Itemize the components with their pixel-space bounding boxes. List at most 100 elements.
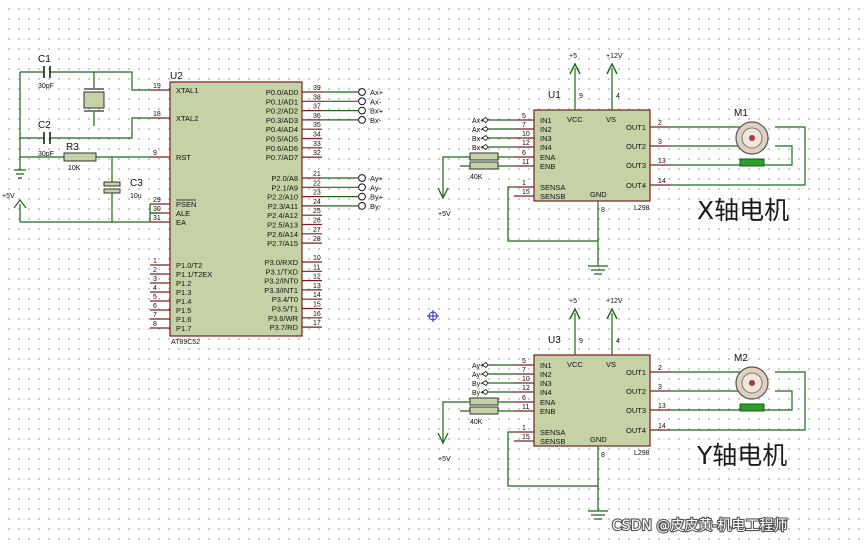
pin-label: OUT4: [626, 181, 646, 190]
pin-label: IN3: [540, 379, 552, 388]
input-terminal[interactable]: [481, 134, 489, 142]
en-resistor[interactable]: [469, 161, 499, 170]
u2-pin-num: 24: [313, 199, 321, 206]
pin-num: 10: [522, 131, 530, 138]
terminal-Ax-[interactable]: [358, 97, 366, 106]
pin-num: 11: [522, 404, 529, 411]
u2-pin-num: 33: [313, 141, 321, 148]
terminal-Ay+[interactable]: [358, 174, 366, 182]
u2-pin-num: 7: [153, 312, 157, 319]
pin-num: 1: [522, 425, 526, 432]
terminal-Bx+[interactable]: [358, 106, 366, 115]
u2-pin-num: 4: [153, 285, 157, 292]
u2-pin-label: P1.2: [176, 279, 191, 288]
u2-pin-label: P2.3/A11: [268, 202, 298, 211]
u2-pin-num: 23: [313, 190, 321, 197]
u2-pin-num: 5: [153, 294, 157, 301]
input-label: Ax+: [472, 118, 484, 125]
u2-pin-num: 18: [153, 111, 161, 118]
u2-pin-label: P3.2/INT0: [264, 277, 298, 286]
u2-pin-num: 25: [313, 208, 321, 215]
u2-pin-num: 12: [313, 274, 321, 281]
u2-pin-label: P1.6: [176, 315, 191, 324]
u2-pin-label: P1.1/T2EX: [176, 270, 212, 279]
en-resistor[interactable]: [469, 406, 499, 415]
u2-pin-num: 37: [313, 104, 321, 111]
pin-label: OUT3: [626, 161, 646, 170]
terminal-Ax+[interactable]: [358, 88, 366, 96]
terminal-label: Bx+: [370, 107, 384, 116]
pin-num: 9: [579, 338, 583, 345]
pin-num: 15: [522, 189, 530, 196]
pin-num: 13: [658, 158, 666, 165]
pin-label: OUT1: [626, 368, 646, 377]
supply-label: +5: [569, 53, 577, 60]
u2-pin-label: P1.7: [176, 324, 191, 333]
driver-u1[interactable]: +5 +12VU1L298VCC VS9 45 IN17 IN210 IN312 IN46 EN…: [437, 53, 806, 275]
pin-label: IN4: [540, 388, 552, 397]
input-label: Ax-: [472, 127, 483, 134]
pin-num: 10: [522, 376, 530, 383]
u2-pin-label: P3.4/T0: [272, 295, 298, 304]
u2-pin-num: 3: [153, 276, 157, 283]
pin-label: GND: [590, 190, 607, 199]
crystal[interactable]: [83, 91, 105, 109]
u2-pin-label: P1.0/T2: [176, 261, 202, 270]
u2-part: AT89C52: [171, 339, 200, 346]
driver-part: L298: [634, 450, 650, 457]
pin-num: 7: [522, 367, 526, 374]
terminal-label: Ax-: [370, 97, 382, 106]
u2-pin-label: ALE: [176, 209, 190, 218]
pin-num: 2: [658, 365, 662, 372]
u2-pin-label: P0.0/AD0: [266, 88, 298, 97]
pin-num: 12: [522, 140, 530, 147]
pin-label: ENB: [540, 407, 555, 416]
input-terminal[interactable]: [481, 370, 489, 378]
terminal-Ay-[interactable]: [358, 183, 366, 192]
pin-num: 8: [601, 452, 605, 459]
supply-label: +12V: [606, 53, 623, 60]
input-label: By+: [472, 390, 484, 397]
terminal-Bx-[interactable]: [358, 116, 366, 124]
driver-u3[interactable]: +5 +12VU3L298VCC VS9 45 IN17 IN210 IN312 IN46 EN…: [437, 298, 806, 520]
pin-num: 2: [658, 120, 662, 127]
u2-pin-label: P3.0/RXD: [265, 258, 299, 267]
pin-label: GND: [590, 435, 607, 444]
motor-ref: M2: [734, 353, 748, 364]
u2-pin-label: P2.5/A13: [267, 221, 298, 230]
terminal-By-[interactable]: [358, 202, 366, 210]
u2-microcontroller[interactable]: U2 AT89C52 19 XTAL118 XTAL29 RST29 PSEN30 ALE…: [150, 71, 322, 346]
watermark: CSDN @皮皮黄-机电工程师: [612, 517, 787, 534]
u2-right-pins: 39 P0.0/AD0 38 P0.1/AD1 37 P0.2/AD2 36 P0.3/AD3…: [264, 85, 322, 332]
u2-ref: U2: [170, 71, 183, 82]
u2-pin-label: PSEN: [176, 200, 196, 209]
supply-label: +5V: [438, 211, 451, 218]
u2-pin-num: 2: [153, 267, 157, 274]
u2-pin-label: P2.7/A15: [267, 239, 298, 248]
schematic-svg: U2 AT89C52 19 XTAL118 XTAL29 RST29 PSEN30 ALE…: [2, 53, 806, 535]
u2-pin-num: 6: [153, 303, 157, 310]
u2-pin-num: 31: [153, 215, 161, 222]
u2-pin-num: 17: [313, 320, 321, 327]
pin-label: SENSB: [540, 437, 565, 446]
terminal-By+[interactable]: [358, 192, 366, 201]
input-terminal[interactable]: [481, 125, 489, 133]
u2-pin-num: 26: [313, 218, 321, 225]
pin-num: 4: [616, 338, 620, 345]
pin-num: 3: [658, 384, 662, 391]
pin-num: 3: [658, 139, 662, 146]
schematic-canvas[interactable]: U2 AT89C52 19 XTAL1 18 XTAL2 9 RST 29 PSEN 30 ALE…: [0, 0, 865, 545]
r3-resistor[interactable]: [63, 152, 97, 162]
motor-ref: M1: [734, 108, 748, 119]
en-resistor[interactable]: [469, 152, 499, 161]
input-label: Bx+: [472, 145, 484, 152]
input-terminal[interactable]: [481, 379, 489, 387]
supply-label: +12V: [606, 298, 623, 305]
en-resistor[interactable]: [469, 397, 499, 406]
input-label: Bx-: [472, 136, 483, 143]
pin-label: SENSA: [540, 183, 565, 192]
terminal-label: By-: [370, 202, 382, 211]
u2-pin-num: 11: [313, 264, 320, 271]
pin-label: ENB: [540, 162, 555, 171]
u2-pin-label: XTAL2: [176, 114, 198, 123]
